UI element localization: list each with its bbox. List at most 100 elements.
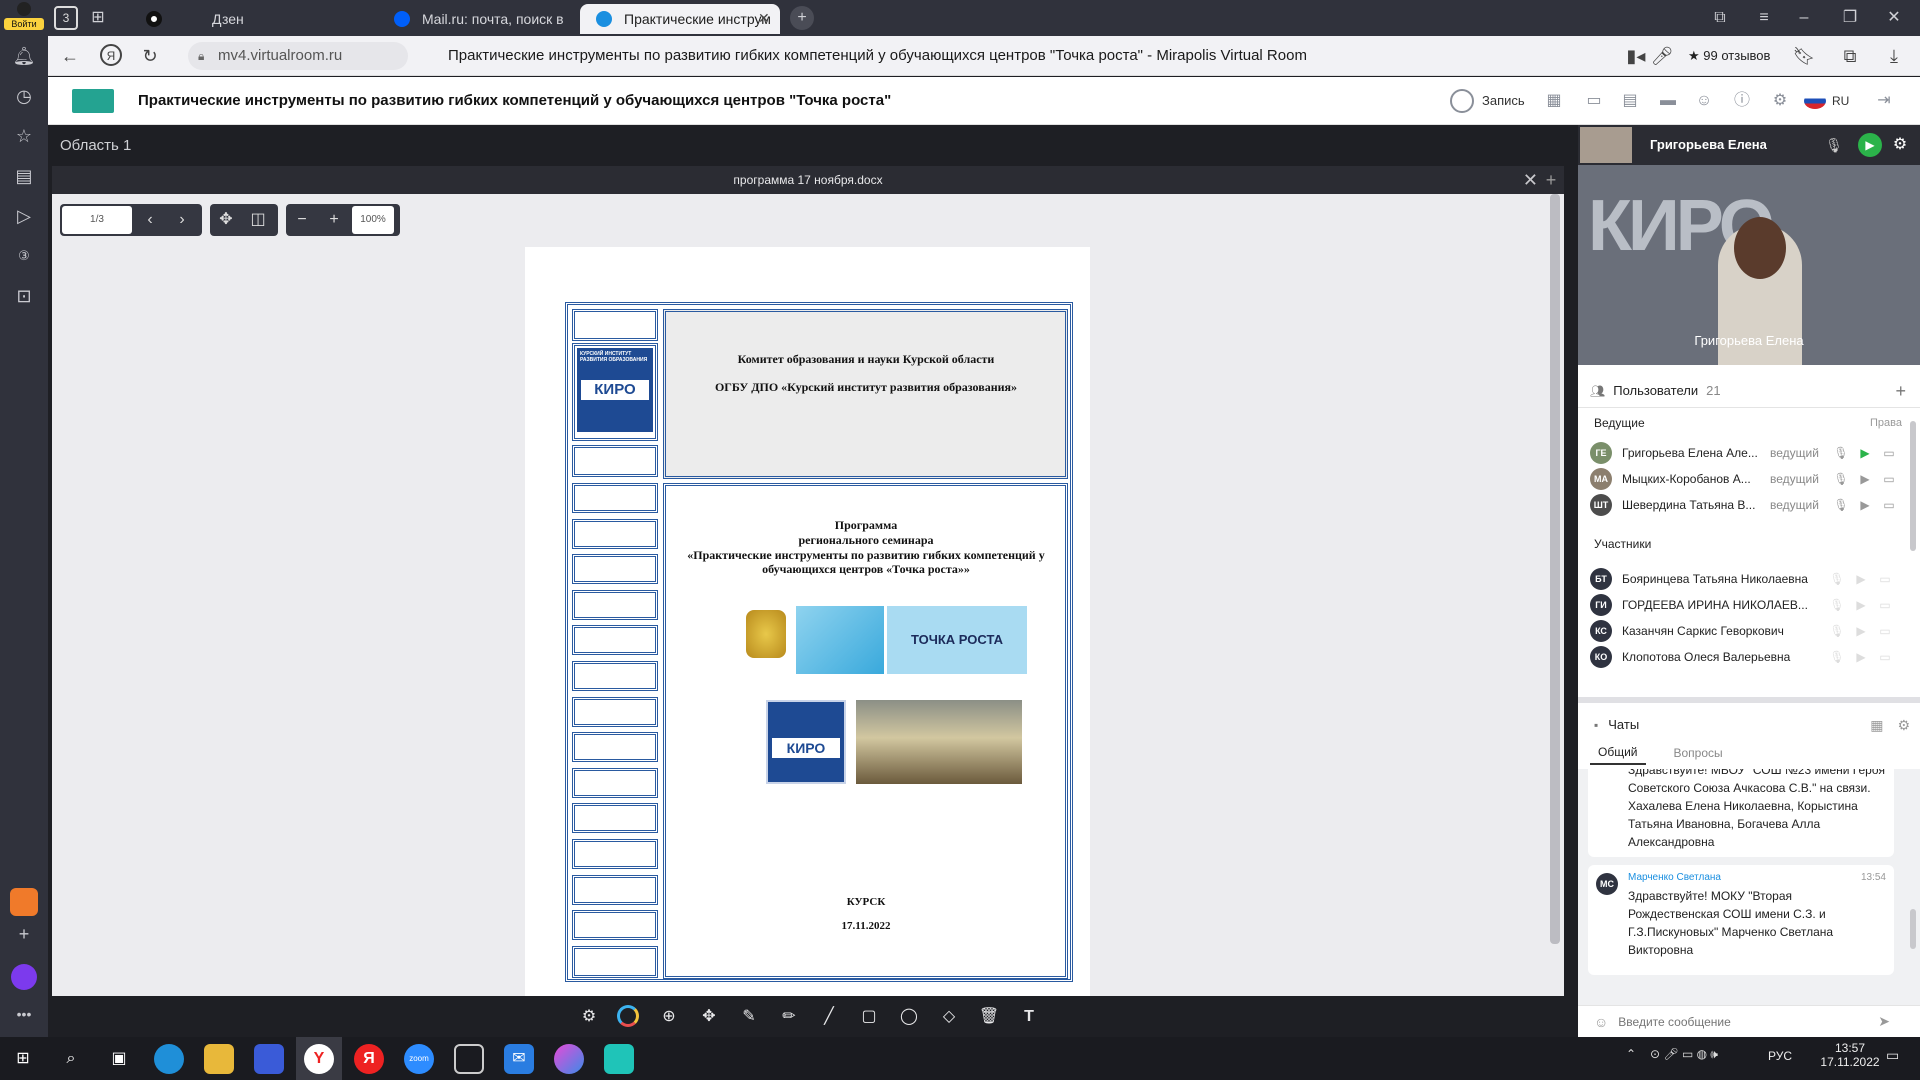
record-icon[interactable] — [1450, 89, 1474, 113]
participant-row[interactable]: КО Клопотова Олеся Валерьевна 🎙︎ ▶ ▭ — [1590, 643, 1906, 671]
camera-icon[interactable]: ▶ — [1856, 472, 1874, 486]
screen-icon[interactable]: ▭ — [1876, 650, 1894, 664]
camera-icon[interactable]: ▶ — [1852, 624, 1870, 638]
participant-row[interactable]: КС Казанчян Саркис Геворкович 🎙︎ ▶ ▭ — [1590, 617, 1906, 645]
search-icon[interactable]: ⌕ — [56, 1044, 86, 1074]
download-icon[interactable]: ⤓ — [1882, 44, 1906, 68]
mail-icon[interactable]: ✉ — [504, 1044, 534, 1074]
bookmark-star-icon[interactable]: ☆ — [12, 124, 36, 148]
screen-icon[interactable]: ▭ — [1876, 572, 1894, 586]
tabs-counter-icon[interactable]: 3 — [54, 6, 78, 30]
mic-icon[interactable]: 🎙︎ — [1828, 650, 1846, 664]
yandex-icon[interactable]: Я — [100, 44, 122, 66]
zoom-field[interactable]: 100% — [352, 206, 394, 234]
participant-row[interactable]: БТ Бояринцева Татьяна Николаевна 🎙︎ ▶ ▭ — [1590, 565, 1906, 593]
zoom-out-icon[interactable]: − — [286, 204, 318, 236]
participant-row[interactable]: ГИ ГОРДЕЕВА ИРИНА НИКОЛАЕВ... 🎙︎ ▶ ▭ — [1590, 591, 1906, 619]
language-label[interactable]: RU — [1832, 89, 1849, 113]
add-document-icon[interactable]: + — [1538, 166, 1564, 194]
close-tab-icon[interactable]: ✕ — [758, 10, 770, 27]
camera-on-icon[interactable]: ▶ — [1858, 133, 1882, 157]
close-document-icon[interactable]: ✕ — [1523, 166, 1538, 194]
exit-icon[interactable]: ⇥ — [1872, 89, 1896, 113]
mic-icon[interactable]: 🎙︎ — [1828, 598, 1846, 612]
virtualroom-app-icon[interactable] — [604, 1044, 634, 1074]
tab-questions[interactable]: Вопросы — [1666, 742, 1731, 764]
app-icon[interactable] — [10, 888, 38, 916]
video-settings-icon[interactable]: ⚙ — [1888, 133, 1912, 157]
mic-icon[interactable]: 🎙︎ — [1828, 624, 1846, 638]
prev-page-icon[interactable]: ‹ — [134, 204, 166, 236]
mic-icon[interactable]: 🎙︎ — [1832, 472, 1850, 486]
alice-icon[interactable] — [11, 964, 37, 990]
bookmark-icon[interactable]: 🔖︎ — [1792, 44, 1816, 68]
host-row[interactable]: ШТ Шевердина Татьяна В... ведущий 🎙︎ ▶ ▭ — [1590, 491, 1906, 519]
extensions-icon[interactable]: ⧉ — [1838, 44, 1862, 68]
task-view-icon[interactable]: ▣ — [104, 1044, 134, 1074]
tab-virtualroom[interactable]: Практические инструм — [580, 4, 780, 34]
host-row[interactable]: ГЕ Григорьева Елена Але... ведущий 🎙︎ ▶ ▭ — [1590, 439, 1906, 467]
screen-share-icon[interactable]: ▭ — [1582, 89, 1606, 113]
info-icon[interactable]: ⓘ — [1730, 89, 1754, 113]
screen-icon[interactable]: ▭ — [1880, 446, 1898, 460]
users-scrollbar[interactable] — [1910, 421, 1916, 551]
chat-scrollbar[interactable] — [1910, 909, 1916, 949]
user-settings-icon[interactable]: ☺ — [1692, 89, 1716, 113]
counter-icon[interactable]: ③ — [12, 244, 36, 268]
reviews-link[interactable]: ★ 99 отзывов — [1688, 44, 1770, 68]
mic-muted-icon[interactable]: 🎙︎ — [1822, 133, 1846, 157]
screen-icon[interactable]: ▭ — [1876, 624, 1894, 638]
collections-icon[interactable]: ▤ — [12, 164, 36, 188]
screen-icon[interactable]: ▭ — [1880, 472, 1898, 486]
next-page-icon[interactable]: › — [166, 204, 198, 236]
edge-icon[interactable] — [154, 1044, 184, 1074]
screen-icon[interactable]: ▭ — [1876, 598, 1894, 612]
login-button[interactable]: Войти — [4, 2, 44, 32]
text-tool-icon[interactable]: T — [1016, 1004, 1042, 1030]
url-field[interactable]: 🔒︎ mv4.virtualroom.ru — [188, 42, 408, 70]
notifications-icon[interactable]: ▭ — [1886, 1047, 1899, 1064]
eraser-icon[interactable]: ◇ — [936, 1004, 962, 1030]
add-icon[interactable]: + — [12, 922, 36, 946]
history-icon[interactable]: ◷ — [12, 84, 36, 108]
fit-width-icon[interactable]: ◫ — [242, 204, 274, 236]
clock[interactable]: 13:57 17.11.2022 — [1820, 1041, 1880, 1069]
camera-icon[interactable]: ▶ — [1856, 498, 1874, 512]
trash-icon[interactable]: 🗑︎ — [976, 1004, 1002, 1030]
brush-icon[interactable]: ✎ — [736, 1004, 762, 1030]
language-indicator[interactable]: РУС — [1768, 1049, 1792, 1063]
windows-start-icon[interactable]: ⊞ — [8, 1044, 38, 1074]
chat-input[interactable] — [1618, 1014, 1879, 1029]
emoji-icon[interactable]: ☺ — [1594, 1014, 1608, 1030]
new-tab-group-icon[interactable]: ⊞ — [86, 6, 110, 30]
reload-icon[interactable]: ↻ — [138, 44, 162, 68]
bell-icon[interactable]: 🔔︎ — [12, 44, 36, 68]
messenger-icon[interactable] — [554, 1044, 584, 1074]
record-label[interactable]: Запись — [1482, 89, 1525, 113]
zoom-tool-icon[interactable]: ⊕ — [656, 1004, 682, 1030]
new-tab-icon[interactable]: + — [790, 6, 814, 30]
mic-icon[interactable]: 🎙︎ — [1828, 572, 1846, 586]
tray-icons[interactable]: ⊙ 🎤︎ ▭ ◍ 🕪︎ — [1650, 1047, 1718, 1062]
minimize-icon[interactable]: – — [1792, 6, 1816, 30]
restore-icon[interactable]: ❐ — [1838, 6, 1862, 30]
camera-icon[interactable]: ▶ — [1852, 572, 1870, 586]
chat-settings-icon[interactable]: ⚙ — [1897, 717, 1910, 734]
settings-icon[interactable]: ⚙ — [1768, 89, 1792, 113]
explorer-icon[interactable] — [204, 1044, 234, 1074]
add-user-icon[interactable]: + — [1895, 381, 1906, 402]
zoom-in-icon[interactable]: + — [318, 204, 350, 236]
camera-icon[interactable]: ▶ — [1852, 598, 1870, 612]
pen-icon[interactable]: ✏ — [776, 1004, 802, 1030]
send-icon[interactable]: ➤ — [1878, 1013, 1890, 1030]
screen-icon[interactable]: ▭ — [1880, 498, 1898, 512]
tab-mailru[interactable]: Mail.ru: почта, поиск в ин — [378, 4, 568, 34]
back-icon[interactable]: ← — [58, 44, 82, 68]
screenshot-icon[interactable]: ⊡ — [12, 284, 36, 308]
settings-icon[interactable]: ⚙ — [576, 1004, 602, 1030]
bookmarks-icon[interactable]: ⧉ — [1708, 6, 1732, 30]
mic-icon[interactable]: 🎙︎ — [1832, 498, 1850, 512]
more-icon[interactable]: ••• — [12, 1002, 36, 1026]
move-tool-icon[interactable]: ✥ — [696, 1004, 722, 1030]
camera-icon[interactable]: ▶ — [1856, 446, 1874, 460]
